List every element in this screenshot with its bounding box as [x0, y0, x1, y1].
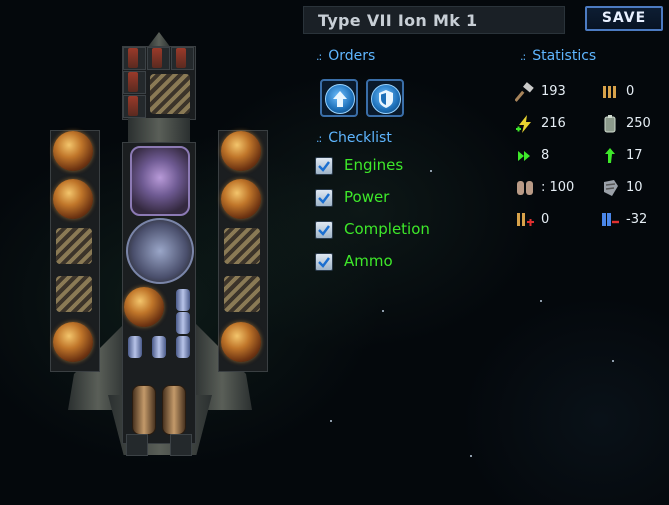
slot[interactable]: [123, 47, 146, 70]
weapon-module[interactable]: [224, 276, 260, 312]
power-bolt-icon: [516, 115, 531, 133]
turn-arrow-icon: [605, 148, 615, 163]
checklist-heading: .: Checklist: [316, 130, 392, 146]
command-core[interactable]: [130, 146, 190, 216]
star: [470, 455, 472, 457]
slot[interactable]: [123, 95, 146, 118]
checkbox-checked[interactable]: [315, 221, 333, 239]
shield-icon: [371, 84, 401, 114]
orders-heading: .: Orders: [316, 48, 376, 64]
arrow-up-icon: [325, 84, 355, 114]
reactor-orb[interactable]: [53, 322, 93, 362]
star: [612, 360, 614, 362]
armor-plates-icon: [517, 181, 533, 195]
ship-editor[interactable]: [0, 0, 296, 505]
engine-module[interactable]: [162, 385, 186, 435]
battery-module[interactable]: [176, 289, 190, 311]
save-button[interactable]: SAVE: [585, 6, 663, 31]
ship-name: Type VII Ion Mk 1: [318, 11, 478, 30]
power-drain-icon: [602, 213, 619, 226]
slot[interactable]: [147, 47, 170, 70]
battery-module[interactable]: [176, 312, 190, 334]
reactor-orb[interactable]: [221, 179, 261, 219]
order-advance-button[interactable]: [320, 79, 358, 117]
thrust-chevrons-icon: [518, 151, 530, 161]
checkbox-checked[interactable]: [315, 189, 333, 207]
slot[interactable]: [123, 71, 146, 94]
weapon-module[interactable]: [56, 276, 92, 312]
ammo-drain-icon: [517, 213, 534, 226]
star: [430, 170, 432, 172]
repair-icon: [604, 180, 618, 196]
order-defend-button[interactable]: [366, 79, 404, 117]
star: [330, 420, 332, 422]
hammer-icon: [515, 82, 534, 102]
engine-module[interactable]: [132, 385, 156, 435]
ship-name-field[interactable]: Type VII Ion Mk 1: [303, 6, 565, 34]
battery-module[interactable]: [128, 336, 142, 358]
star: [382, 310, 384, 312]
slot[interactable]: [171, 47, 194, 70]
battery-icon: [604, 115, 616, 133]
statistics-heading: .: Statistics: [520, 48, 597, 64]
reactor-orb[interactable]: [53, 131, 93, 171]
slot[interactable]: [126, 434, 148, 456]
checkbox-checked[interactable]: [315, 157, 333, 175]
checklist-label: Completion: [344, 220, 430, 238]
reactor-orb[interactable]: [221, 131, 261, 171]
weapon-module[interactable]: [224, 228, 260, 264]
reactor-orb[interactable]: [124, 287, 164, 327]
section-dots-icon: .:: [316, 132, 322, 145]
star: [540, 300, 542, 302]
reactor-orb[interactable]: [53, 179, 93, 219]
weapon-module[interactable]: [150, 74, 190, 114]
ship-neck: [128, 118, 190, 144]
shield-generator[interactable]: [126, 218, 194, 284]
checklist-label: Engines: [344, 156, 404, 174]
checkbox-checked[interactable]: [315, 253, 333, 271]
battery-module[interactable]: [176, 336, 190, 358]
section-dots-icon: .:: [316, 50, 322, 63]
battery-module[interactable]: [152, 336, 166, 358]
checklist-label: Power: [344, 188, 390, 206]
ammo-crate-icon: [603, 86, 616, 98]
reactor-orb[interactable]: [221, 322, 261, 362]
checklist-label: Ammo: [344, 252, 393, 270]
weapon-module[interactable]: [56, 228, 92, 264]
section-dots-icon: .:: [520, 50, 526, 63]
slot[interactable]: [170, 434, 192, 456]
